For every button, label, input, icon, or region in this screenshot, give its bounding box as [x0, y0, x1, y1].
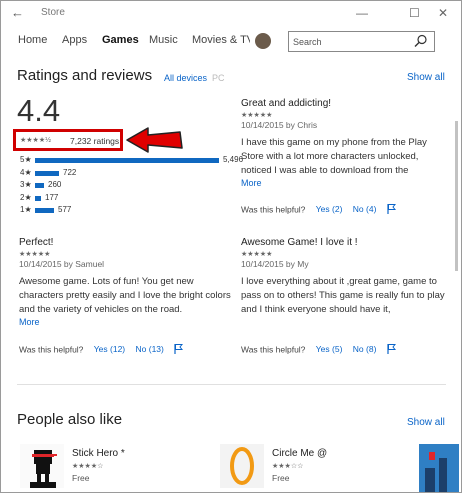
back-arrow-icon[interactable]: ←	[11, 5, 24, 20]
review-body: I have this game on my phone from the Pl…	[241, 137, 427, 176]
report-flag-icon[interactable]	[174, 344, 184, 356]
stick-hero-thumbnail	[20, 444, 64, 488]
app-stars: ★★★☆☆	[272, 463, 304, 470]
ratings-show-all-link[interactable]: Show all	[407, 72, 445, 83]
tab-games[interactable]: Games	[102, 34, 139, 46]
histogram-bar	[35, 171, 59, 176]
app-price: Free	[272, 473, 290, 483]
review-card: Awesome Game! I love it ! ★★★★★ 10/14/20…	[241, 237, 446, 317]
maximize-icon[interactable]: ☐	[409, 6, 420, 20]
average-rating: 4.4	[17, 93, 61, 128]
tab-apps[interactable]: Apps	[62, 34, 87, 46]
histogram-label: 1★	[20, 205, 32, 214]
title-bar: ← Store — ☐ ✕	[1, 1, 461, 25]
minimize-icon[interactable]: —	[356, 6, 368, 20]
ratings-count-highlight: ★★★★½ 7,232 ratings	[13, 129, 123, 151]
scrollbar-thumb[interactable]	[455, 121, 458, 271]
review-card: Great and addicting! ★★★★★ 10/14/2015 by…	[241, 98, 446, 188]
search-box[interactable]	[288, 31, 435, 52]
review-body: Awesome game. Lots of fun! You get new c…	[19, 276, 231, 315]
helpful-no-button[interactable]: No (13)	[136, 344, 164, 354]
helpful-yes-button[interactable]: Yes (5)	[316, 344, 343, 354]
filter-pc[interactable]: PC	[212, 73, 225, 83]
helpful-row: Was this helpful? Yes (12) No (13)	[19, 344, 184, 356]
histogram-label: 3★	[20, 180, 32, 189]
histogram-count: 722	[63, 168, 77, 177]
report-flag-icon[interactable]	[387, 204, 396, 216]
ratings-heading: Ratings and reviews	[17, 67, 153, 84]
nav-bar: Home Apps Games Music Movies & TV	[1, 25, 461, 59]
search-input[interactable]	[293, 34, 411, 49]
helpful-row: Was this helpful? Yes (5) No (8)	[241, 344, 396, 356]
review-title: Great and addicting!	[241, 98, 332, 109]
histogram-bar	[35, 183, 44, 188]
average-stars: ★★★★½	[20, 137, 51, 144]
review-meta: 10/14/2015 by Chris	[241, 120, 318, 130]
histogram-label: 5★	[20, 155, 32, 164]
red-arrow-annotation	[126, 127, 183, 153]
app-tile[interactable]: Circle Me @ ★★★☆☆ Free	[220, 444, 400, 492]
review-title: Perfect!	[19, 237, 54, 248]
review-body: I love everything about it ,great game, …	[241, 276, 445, 315]
review-stars: ★★★★★	[241, 251, 273, 258]
review-card: Perfect! ★★★★★ 10/14/2015 by Samuel Awes…	[19, 237, 231, 327]
app-name: Circle Me @	[272, 448, 328, 459]
store-window: ← Store — ☐ ✕ Home Apps Games Music Movi…	[0, 0, 462, 493]
report-flag-icon[interactable]	[387, 344, 396, 356]
app-price: Free	[72, 473, 90, 483]
app-tile[interactable]	[419, 444, 459, 492]
people-also-like-heading: People also like	[17, 411, 123, 428]
section-divider	[17, 384, 446, 385]
histogram-label: 2★	[20, 193, 32, 202]
app-title: Store	[41, 7, 65, 18]
histogram-bar	[35, 196, 41, 201]
histogram-bar	[35, 208, 54, 213]
tab-movies-tv[interactable]: Movies & TV	[192, 34, 250, 46]
helpful-yes-button[interactable]: Yes (2)	[316, 204, 343, 214]
app-tile[interactable]: Stick Hero * ★★★★☆ Free	[20, 444, 200, 492]
close-icon[interactable]: ✕	[438, 6, 448, 20]
review-meta: 10/14/2015 by My	[241, 259, 309, 269]
histogram-count: 177	[45, 193, 59, 202]
histogram-bar	[35, 158, 219, 163]
helpful-question: Was this helpful?	[19, 344, 84, 355]
third-app-thumbnail	[419, 444, 459, 492]
helpful-question: Was this helpful?	[241, 204, 306, 215]
histogram-label: 4★	[20, 168, 32, 177]
review-more-link[interactable]: More	[241, 178, 446, 188]
circle-me-thumbnail	[220, 444, 264, 488]
app-stars: ★★★★☆	[72, 463, 104, 470]
helpful-no-button[interactable]: No (4)	[353, 204, 377, 214]
helpful-yes-button[interactable]: Yes (12)	[94, 344, 125, 354]
avatar[interactable]	[255, 33, 271, 49]
histogram-count: 577	[58, 205, 72, 214]
review-meta: 10/14/2015 by Samuel	[19, 259, 105, 269]
app-name: Stick Hero *	[72, 448, 125, 459]
people-show-all-link[interactable]: Show all	[407, 417, 445, 428]
helpful-no-button[interactable]: No (8)	[353, 344, 377, 354]
search-icon[interactable]	[413, 33, 429, 54]
review-stars: ★★★★★	[241, 112, 273, 119]
tab-home[interactable]: Home	[18, 34, 47, 46]
review-stars: ★★★★★	[19, 251, 51, 258]
review-title: Awesome Game! I love it !	[241, 237, 358, 248]
filter-all-devices[interactable]: All devices	[164, 73, 207, 83]
helpful-row: Was this helpful? Yes (2) No (4)	[241, 204, 396, 216]
tab-music[interactable]: Music	[149, 34, 178, 46]
histogram-count: 260	[48, 180, 62, 189]
helpful-question: Was this helpful?	[241, 344, 306, 355]
review-more-link[interactable]: More	[19, 317, 231, 327]
ratings-count: 7,232 ratings	[70, 136, 120, 146]
